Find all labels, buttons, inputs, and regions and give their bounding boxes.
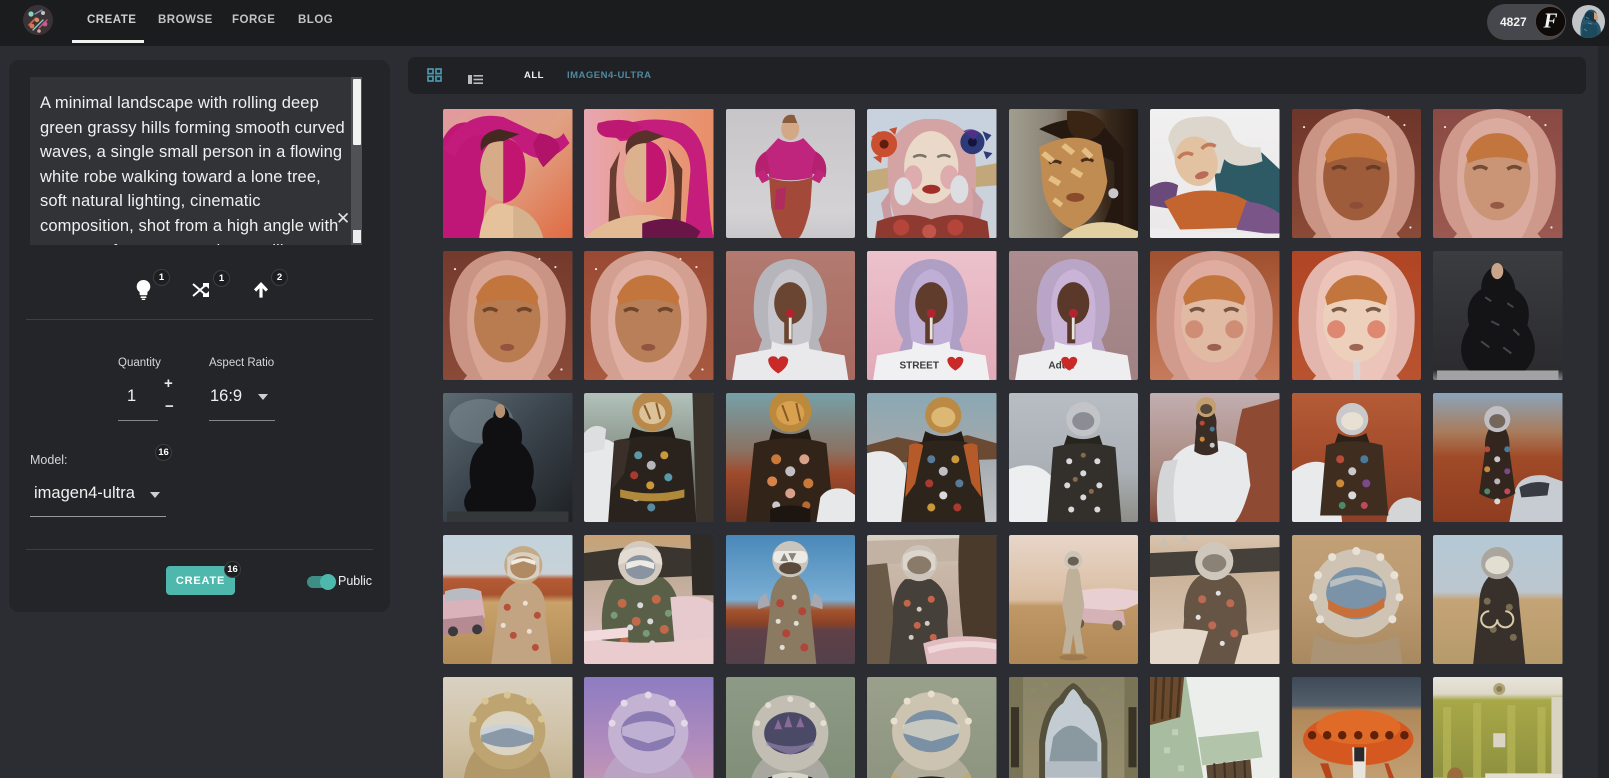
svg-text:F: F: [1542, 9, 1557, 33]
svg-text:STREET: STREET: [900, 360, 940, 371]
